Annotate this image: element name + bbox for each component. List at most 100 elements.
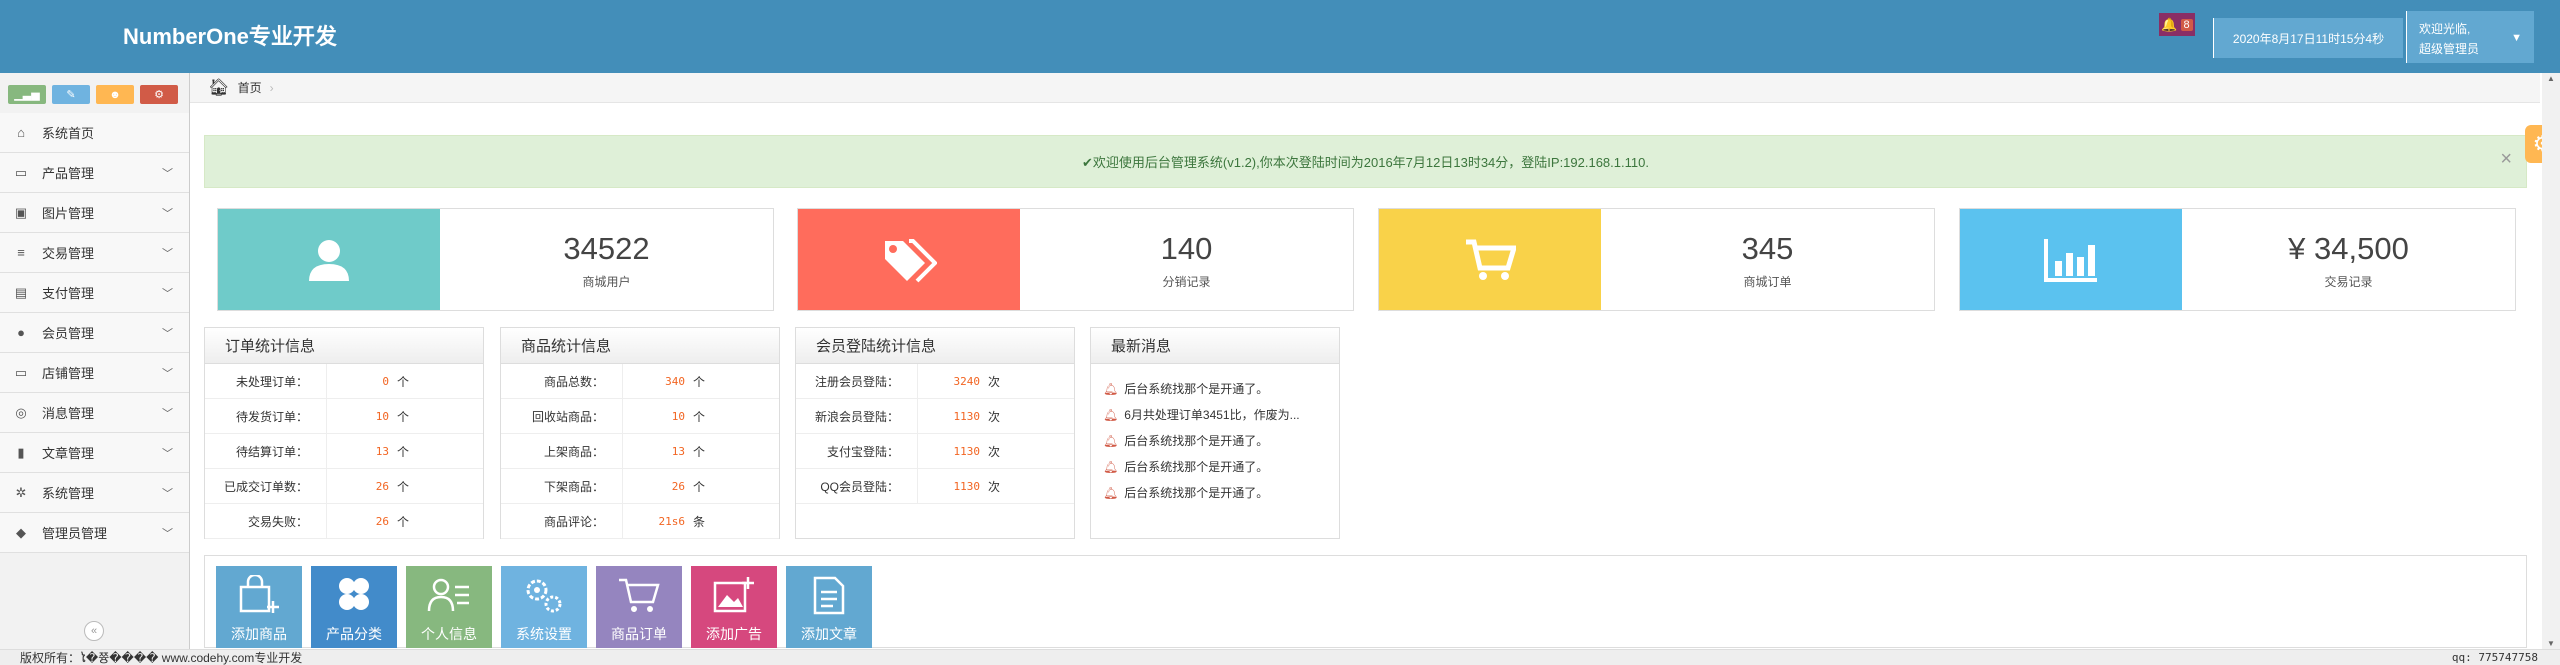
chevron-down-icon: ﹀	[162, 248, 173, 260]
stat-row-value: 10	[671, 409, 685, 423]
stat-row-unit: 个	[693, 409, 706, 424]
vertical-scrollbar[interactable]: ▲ ▼	[2542, 73, 2560, 649]
cogs-shortcut-button[interactable]: ⚙	[140, 85, 178, 104]
notifications-button[interactable]: 🔔 8	[2159, 13, 2195, 36]
stat-card[interactable]: ¥ 34,500 交易记录	[1959, 208, 2516, 311]
scroll-down-icon[interactable]: ▼	[2547, 639, 2555, 648]
breadcrumb-home-link[interactable]: 首页	[238, 79, 262, 96]
signal-shortcut-button[interactable]: ▁▃▅	[8, 85, 46, 104]
stat-row-label: 未处理订单：	[205, 364, 327, 398]
stat-row: 商品评论： 21s6 条	[501, 504, 779, 539]
order-stats-panel: 订单统计信息 未处理订单： 0 个待发货订单： 10 个待结算订单： 13 个已成交订单数：…	[204, 327, 484, 539]
news-item[interactable]: 🔔︎ 后台系统找那个是开通了。	[1103, 376, 1339, 402]
stat-row-label: 注册会员登陆：	[796, 364, 918, 398]
stat-row-unit: 个	[693, 444, 706, 459]
stat-card[interactable]: 140 分销记录	[797, 208, 1354, 311]
stat-label: 分销记录	[1162, 275, 1211, 289]
home-icon: ⌂	[17, 125, 25, 140]
sidebar-item-label: 系统首页	[42, 126, 95, 141]
datetime-display: 2020年8月17日11时15分4秒	[2213, 18, 2403, 58]
news-text: 后台系统找那个是开通了。	[1124, 382, 1269, 396]
user-menu[interactable]: 欢迎光临, 超级管理员 ▼	[2406, 11, 2534, 63]
cart-icon	[617, 574, 661, 616]
stat-row-unit: 条	[693, 514, 706, 529]
bell-icon: 🔔︎	[1103, 382, 1119, 396]
sidebar-item[interactable]: ✲ 系统管理 ﹀	[0, 473, 189, 513]
welcome-text: 欢迎光临,	[2419, 22, 2471, 36]
sidebar-item[interactable]: ▭ 店铺管理 ﹀	[0, 353, 189, 393]
sidebar-shortcuts: ▁▃▅ ✎ ☻ ⚙	[0, 73, 189, 113]
stat-row-value: 1130	[953, 444, 981, 458]
quick-actions-bar: 添加商品 产品分类 个人信息 系统设置 商品订单 添加广告 添加文章	[204, 555, 2527, 648]
sidebar-item[interactable]: ▮ 文章管理 ﹀	[0, 433, 189, 473]
users-icon: ☻	[109, 88, 121, 101]
news-item[interactable]: 🔔︎ 6月共处理订单3451比，作废为...	[1103, 402, 1339, 428]
member-login-stats-panel: 会员登陆统计信息 注册会员登陆： 3240 次新浪会员登陆： 1130 次支付宝登陆： 1…	[795, 327, 1075, 539]
stat-row: 下架商品： 26 个	[501, 469, 779, 504]
quick-action-label: 添加广告	[706, 626, 762, 642]
alert-text: ✔欢迎使用后台管理系统(v1.2),你本次登陆时间为2016年7月12日13时3…	[1082, 155, 1649, 170]
sidebar-item[interactable]: ⌂ 系统首页	[0, 113, 189, 153]
bell-icon: 🔔︎	[1103, 434, 1119, 448]
quick-action-label: 添加文章	[801, 626, 857, 642]
sidebar-item[interactable]: ● 会员管理 ﹀	[0, 313, 189, 353]
panel-title: 商品统计信息	[501, 328, 779, 364]
stat-row-unit: 个	[397, 374, 410, 389]
quick-action-button[interactable]: 系统设置	[501, 566, 587, 648]
scroll-up-icon[interactable]: ▲	[2547, 74, 2555, 83]
pencil-shortcut-button[interactable]: ✎	[52, 85, 90, 104]
stat-value: 140	[1160, 231, 1213, 266]
panel-title: 最新消息	[1091, 328, 1339, 364]
sidebar-item[interactable]: ▣ 图片管理 ﹀	[0, 193, 189, 233]
sidebar-item[interactable]: ◎ 消息管理 ﹀	[0, 393, 189, 433]
users-shortcut-button[interactable]: ☻	[96, 85, 134, 104]
sidebar-collapse-button[interactable]: «	[84, 621, 104, 641]
home-icon[interactable]: 🏠︎	[208, 78, 230, 98]
stat-card[interactable]: 34522 商城用户	[217, 208, 774, 311]
news-text: 后台系统找那个是开通了。	[1124, 434, 1269, 448]
clover-icon	[332, 574, 376, 616]
close-icon[interactable]: ×	[2500, 148, 2512, 171]
chevron-down-icon: ﹀	[162, 448, 173, 460]
sidebar-item[interactable]: ≡ 交易管理 ﹀	[0, 233, 189, 273]
news-item[interactable]: 🔔︎ 后台系统找那个是开通了。	[1103, 454, 1339, 480]
sidebar-menu: ⌂ 系统首页 ▭ 产品管理 ﹀ ▣ 图片管理 ﹀ ≡ 交易管理 ﹀ ▤ 支付管理 ﹀ ● 会员管理 ﹀ ▭ 店铺管理…	[0, 113, 189, 553]
stat-row-label: 上架商品：	[501, 434, 623, 468]
quick-action-button[interactable]: 个人信息	[406, 566, 492, 648]
sidebar-item-label: 支付管理	[42, 286, 95, 301]
stat-card[interactable]: 345 商城订单	[1378, 208, 1935, 311]
news-item[interactable]: 🔔︎ 后台系统找那个是开通了。	[1103, 428, 1339, 454]
cogs-icon: ⚙	[154, 89, 164, 101]
bell-icon: 🔔︎	[1103, 486, 1119, 500]
quick-action-button[interactable]: 添加广告	[691, 566, 777, 648]
bag-add-icon	[237, 574, 281, 616]
quick-action-button[interactable]: 添加商品	[216, 566, 302, 648]
user-icon	[218, 209, 440, 310]
sidebar-item[interactable]: ▤ 支付管理 ﹀	[0, 273, 189, 313]
news-item[interactable]: 🔔︎ 后台系统找那个是开通了。	[1103, 480, 1339, 506]
panel-title: 订单统计信息	[205, 328, 483, 364]
caret-down-icon: ▼	[2511, 32, 2522, 44]
stat-row-value: 0	[382, 374, 389, 388]
cogs-icon: ✲	[15, 484, 27, 500]
stat-row-label: 下架商品：	[501, 469, 623, 503]
stat-row-unit: 次	[988, 444, 1001, 459]
sidebar-item-label: 产品管理	[42, 166, 95, 181]
brand-logo[interactable]: NumberOne专业开发	[123, 19, 337, 51]
quick-action-button[interactable]: 添加文章	[786, 566, 872, 648]
user-icon: ●	[17, 325, 25, 340]
sidebar-item[interactable]: ◆ 管理员管理 ﹀	[0, 513, 189, 553]
stat-row-label: QQ会员登陆：	[796, 469, 918, 503]
stat-row-value: 13	[671, 444, 685, 458]
cart-icon	[1379, 209, 1601, 310]
stat-label: 交易记录	[2324, 275, 2373, 289]
sidebar-item[interactable]: ▭ 产品管理 ﹀	[0, 153, 189, 193]
stat-row-unit: 个	[397, 479, 410, 494]
stat-label: 商城用户	[582, 275, 631, 289]
quick-action-button[interactable]: 商品订单	[596, 566, 682, 648]
quick-action-button[interactable]: 产品分类	[311, 566, 397, 648]
stat-row-label: 商品评论：	[501, 504, 623, 538]
quick-action-label: 个人信息	[421, 626, 477, 642]
image-add-icon	[712, 574, 756, 616]
stat-row-label: 新浪会员登陆：	[796, 399, 918, 433]
